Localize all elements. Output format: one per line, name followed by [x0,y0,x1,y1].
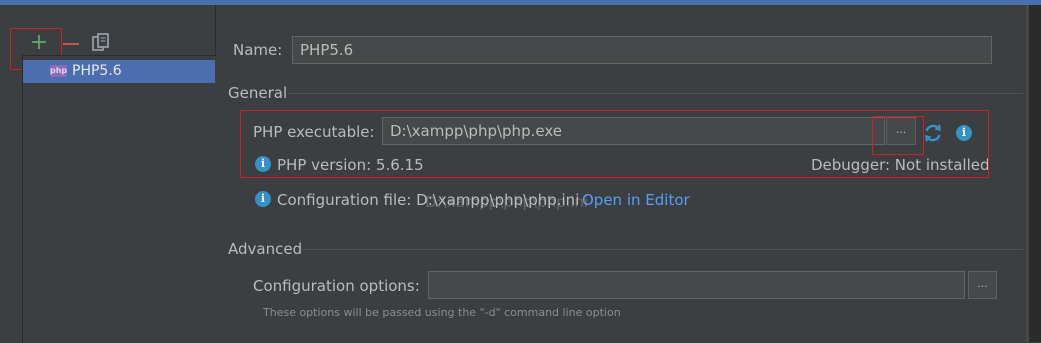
remove-interpreter-button[interactable] [60,33,82,55]
minus-icon [63,43,79,45]
annotation-highlight-executable [240,110,989,178]
php-icon: php [50,65,68,77]
tree-item-label: PHP5.6 [72,63,122,79]
open-in-editor-link[interactable]: Open in Editor [582,191,690,209]
copy-icon [92,33,109,51]
configuration-options-label: Configuration options: [253,277,420,295]
configuration-options-button[interactable]: ... [968,271,997,299]
tree-item-php56[interactable]: php PHP5.6 [23,60,215,83]
configuration-options-field[interactable] [428,271,965,299]
copy-interpreter-button[interactable] [90,32,112,54]
right-edge-divider [1026,5,1029,342]
name-label: Name: [233,41,283,59]
advanced-separator [302,249,1023,250]
general-separator [288,93,1023,94]
config-file-info-icon: i [255,191,271,207]
options-hint-text: These options will be passed using the "… [263,306,621,319]
ghost-overlay-text: D:\xampp\php\php.ini [425,193,589,211]
advanced-section-label: Advanced [228,240,303,258]
name-field[interactable]: PHP5.6 [292,36,992,64]
general-section-label: General [228,84,288,102]
interpreter-tree [22,55,216,343]
